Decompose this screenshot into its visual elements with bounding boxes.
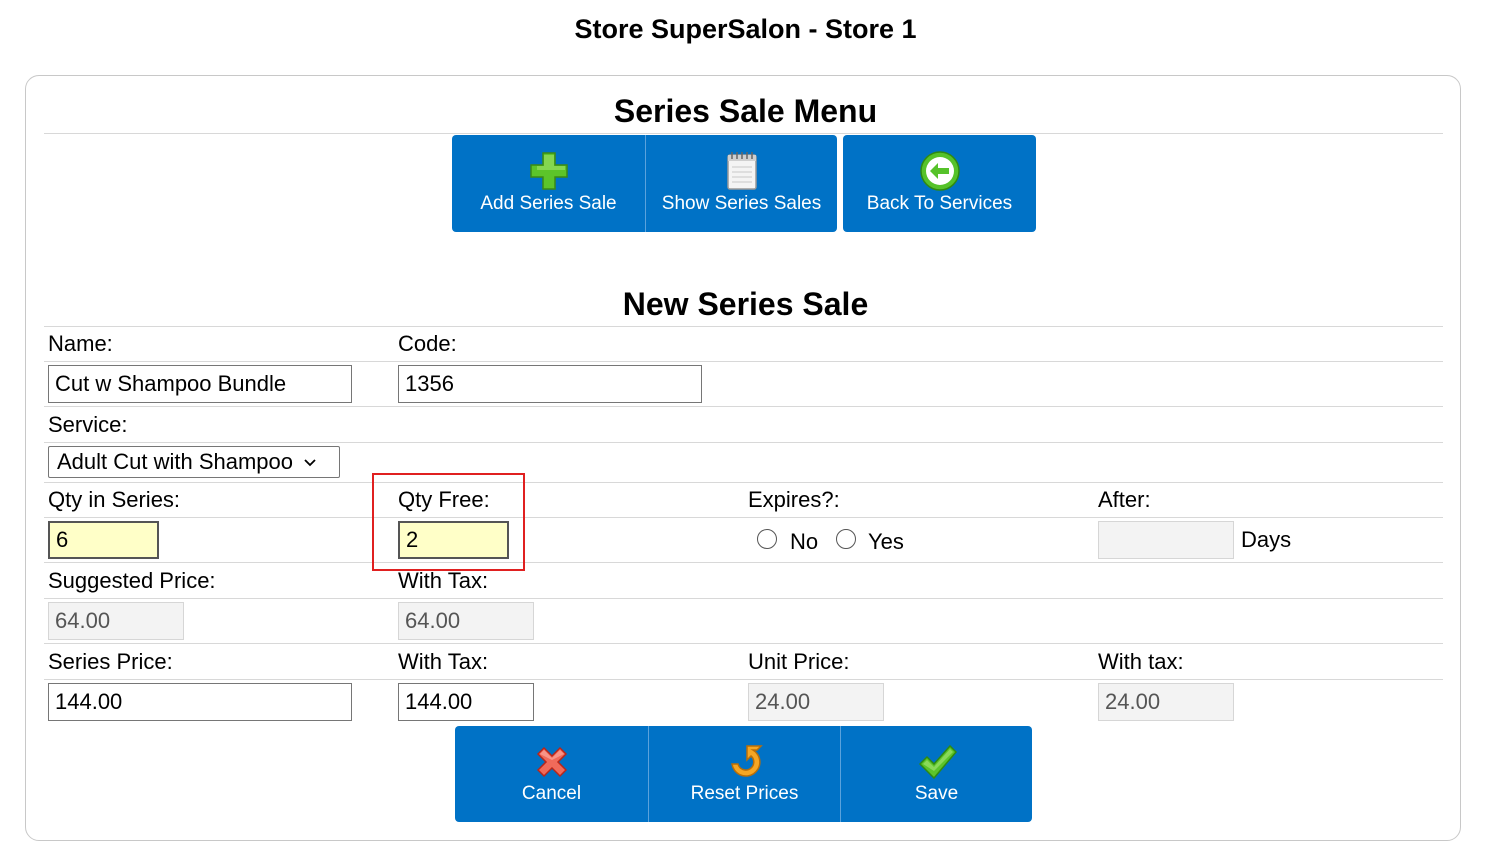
chevron-down-icon	[304, 459, 316, 467]
annotation-highlight	[372, 473, 525, 571]
qty-series-input[interactable]	[48, 521, 159, 559]
code-input[interactable]	[398, 365, 702, 403]
divider	[44, 406, 1443, 407]
divider	[44, 326, 1443, 327]
divider	[44, 133, 1443, 134]
menu-button-group: Add Series Sale Show Series Sales	[452, 135, 837, 232]
divider	[44, 562, 1443, 563]
qty-series-label: Qty in Series:	[48, 487, 181, 512]
close-icon	[536, 746, 567, 778]
reset-prices-button[interactable]: Reset Prices	[648, 726, 840, 822]
suggested-tax-input	[398, 602, 534, 640]
unit-price-label: Unit Price:	[748, 649, 850, 674]
checkmark-icon	[918, 744, 957, 780]
series-price-label: Series Price:	[48, 649, 173, 674]
divider	[44, 643, 1443, 644]
expires-yes-label: Yes	[868, 529, 904, 554]
notepad-icon	[726, 152, 757, 190]
back-button-group: Back To Services	[843, 135, 1036, 232]
expires-yes-radio[interactable]	[836, 529, 856, 549]
save-label: Save	[914, 783, 959, 804]
divider	[44, 442, 1443, 443]
show-series-sales-label: Show Series Sales	[661, 193, 822, 214]
store-title: Store SuperSalon - Store 1	[574, 14, 917, 44]
plus-icon	[529, 152, 568, 190]
days-label: Days	[1241, 527, 1292, 552]
series-tax-label: With Tax:	[398, 649, 489, 674]
back-to-services-label: Back To Services	[866, 193, 1013, 214]
divider	[44, 517, 1443, 518]
form-title: New Series Sale	[622, 286, 869, 322]
expires-no-radio[interactable]	[757, 529, 777, 549]
suggested-price-input	[48, 602, 184, 640]
back-arrow-icon	[919, 151, 960, 191]
name-label: Name:	[48, 331, 113, 356]
divider	[44, 679, 1443, 680]
cancel-button[interactable]: Cancel	[455, 726, 648, 822]
series-price-input[interactable]	[48, 683, 352, 721]
show-series-sales-button[interactable]: Show Series Sales	[645, 135, 837, 232]
add-series-sale-label: Add Series Sale	[480, 193, 617, 214]
cancel-label: Cancel	[521, 783, 582, 804]
code-label: Code:	[398, 331, 457, 356]
name-input[interactable]	[48, 365, 352, 403]
after-days-input[interactable]	[1098, 521, 1234, 559]
save-button[interactable]: Save	[840, 726, 1032, 822]
expires-no-label: No	[790, 529, 819, 554]
unit-tax-label: With tax:	[1098, 649, 1184, 674]
service-label: Service:	[48, 412, 128, 437]
suggested-tax-label: With Tax:	[398, 568, 489, 593]
undo-arrow-icon	[730, 745, 763, 777]
divider	[44, 598, 1443, 599]
divider	[44, 361, 1443, 362]
unit-price-input	[748, 683, 884, 721]
service-selected-value: Adult Cut with Shampoo	[57, 449, 294, 474]
action-button-group: Cancel Reset Prices Save	[455, 726, 1032, 822]
unit-tax-input	[1098, 683, 1234, 721]
divider	[44, 482, 1443, 483]
suggested-price-label: Suggested Price:	[48, 568, 216, 593]
add-series-sale-button[interactable]: Add Series Sale	[452, 135, 645, 232]
service-select[interactable]: Adult Cut with Shampoo	[48, 446, 340, 478]
reset-prices-label: Reset Prices	[690, 783, 799, 804]
back-to-services-button[interactable]: Back To Services	[843, 135, 1036, 232]
after-label: After:	[1098, 487, 1151, 512]
series-tax-input[interactable]	[398, 683, 534, 721]
expires-label: Expires?:	[748, 487, 840, 512]
menu-title: Series Sale Menu	[613, 93, 878, 129]
